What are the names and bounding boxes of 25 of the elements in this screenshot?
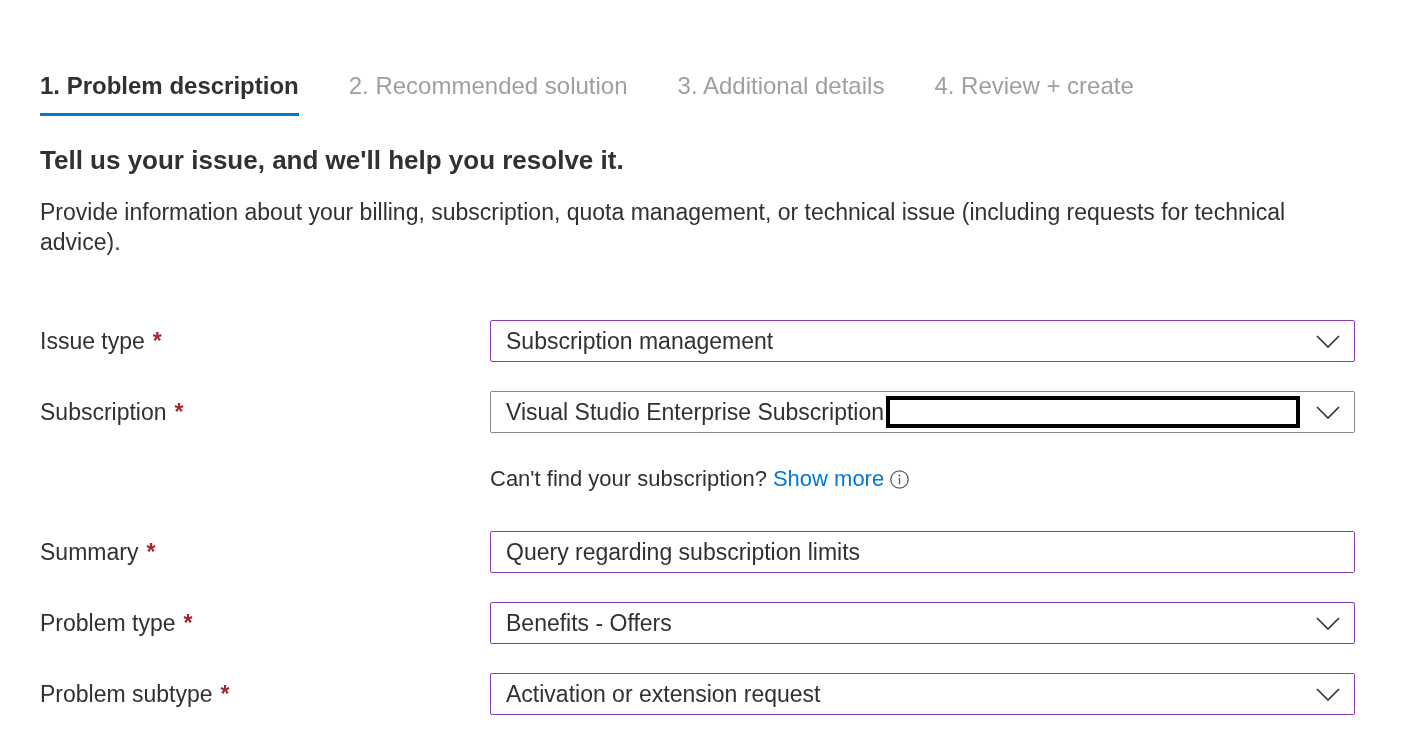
text-input[interactable]: Query regarding subscription limits xyxy=(490,531,1355,573)
chevron-down-icon xyxy=(1316,334,1340,348)
required-asterisk: * xyxy=(152,327,162,355)
field-label: Issue type xyxy=(40,327,145,355)
chevron-down-icon xyxy=(1316,405,1340,419)
wizard-tab[interactable]: 1. Problem description xyxy=(40,71,299,116)
chevron-down-icon xyxy=(1316,616,1340,630)
dropdown[interactable]: Subscription management xyxy=(490,320,1355,362)
field-label: Problem subtype xyxy=(40,680,213,708)
dropdown[interactable]: Activation or extension request xyxy=(490,673,1355,715)
show-more-link[interactable]: Show more xyxy=(772,466,885,492)
field-label: Subscription xyxy=(40,398,167,426)
field-label: Summary xyxy=(40,538,139,566)
required-asterisk: * xyxy=(183,609,193,637)
required-asterisk: * xyxy=(174,398,184,426)
dropdown[interactable]: Visual Studio Enterprise Subscription xyxy=(490,391,1355,433)
info-icon[interactable] xyxy=(890,469,910,489)
field-label: Problem type xyxy=(40,609,176,637)
chevron-down-icon xyxy=(1316,687,1340,701)
description-text: Provide information about your billing, subscription, quota management, or technical issue (including requests for technical advice). xyxy=(40,198,1287,257)
required-asterisk: * xyxy=(220,680,230,708)
page-heading: Tell us your issue, and we'll help you resolve it. xyxy=(40,144,625,177)
dropdown[interactable]: Benefits - Offers xyxy=(490,602,1355,644)
help-text: Can't find your subscription? xyxy=(490,466,767,492)
required-asterisk: * xyxy=(146,538,156,566)
